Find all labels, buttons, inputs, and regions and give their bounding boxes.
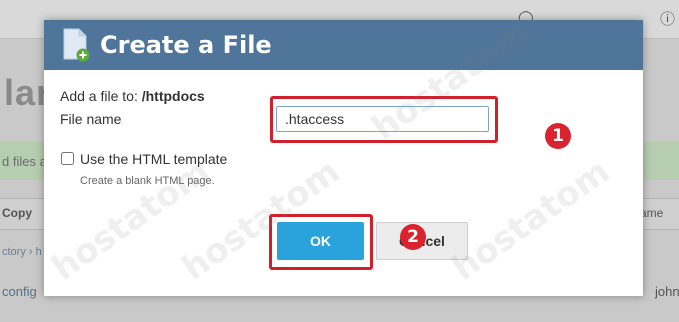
create-file-dialog: Create a File Add a file to: /httpdocs F… <box>44 20 643 296</box>
step-1-marker: 1 <box>545 123 571 149</box>
dialog-header: Create a File <box>44 20 643 70</box>
banner-text: d files a <box>2 154 47 169</box>
target-directory-line: Add a file to: /httpdocs <box>60 88 205 104</box>
target-prefix: Add a file to: <box>60 88 142 104</box>
html-template-checkbox[interactable] <box>61 152 74 165</box>
html-template-label[interactable]: Use the HTML template <box>80 151 227 167</box>
breadcrumb[interactable]: ctory › h <box>2 246 42 258</box>
step-2-marker: 2 <box>400 224 426 250</box>
file-row-name[interactable]: config <box>2 284 37 299</box>
ok-button[interactable]: OK <box>277 222 364 260</box>
dialog-title: Create a File <box>100 31 272 59</box>
help-icon[interactable]: ⓘ <box>660 8 675 29</box>
name-column-header[interactable]: ame <box>640 206 663 220</box>
filename-input[interactable] <box>276 106 489 132</box>
filename-label: File name <box>60 111 122 127</box>
copy-button[interactable]: Copy <box>2 206 32 220</box>
html-template-hint: Create a blank HTML page. <box>80 175 215 187</box>
new-file-icon <box>63 28 90 62</box>
file-row-owner: john <box>655 284 679 299</box>
target-path: /httpdocs <box>141 88 205 104</box>
